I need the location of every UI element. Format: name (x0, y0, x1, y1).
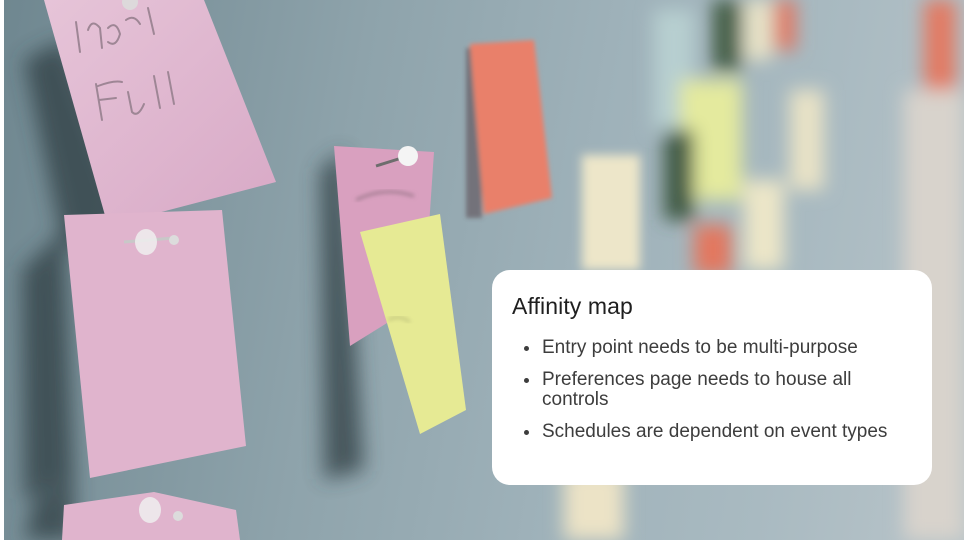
affinity-map-card: Affinity map Entry point needs to be mul… (492, 270, 932, 485)
list-item: Entry point needs to be multi-purpose (524, 338, 912, 358)
list-item: Preferences page needs to house all cont… (524, 370, 912, 410)
card-title: Affinity map (512, 293, 633, 319)
affinity-list: Entry point needs to be multi-purpose Pr… (512, 338, 912, 442)
list-item: Schedules are dependent on event types (524, 422, 912, 442)
